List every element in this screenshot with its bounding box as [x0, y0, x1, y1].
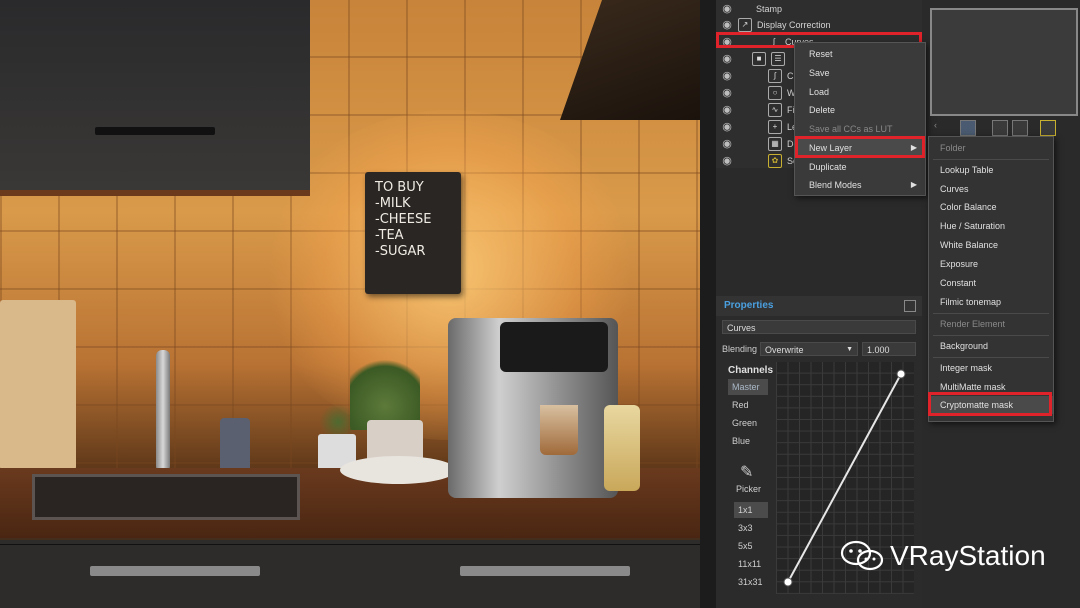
eye-icon[interactable]: ◉	[720, 18, 734, 32]
preview-pane	[930, 8, 1078, 116]
submenu-item-background[interactable]: Background	[929, 337, 1053, 355]
faucet	[156, 350, 170, 472]
cutting-board	[0, 300, 76, 470]
menu-item-save[interactable]: Save	[795, 64, 925, 82]
undock-icon[interactable]	[904, 300, 916, 312]
picker-label: Picker	[736, 484, 762, 494]
picker-size-5x5[interactable]: 5x5	[734, 538, 768, 554]
picker-icon[interactable]: ✎	[740, 462, 760, 482]
submenu-item-constant[interactable]: Constant	[929, 274, 1053, 292]
curve-point-end[interactable]	[896, 369, 906, 379]
drawer-handle	[90, 566, 260, 576]
picker-size-3x3[interactable]: 3x3	[734, 520, 768, 536]
blending-mode-select[interactable]: Overwrite ▼	[760, 342, 858, 356]
properties-header: Properties	[716, 296, 922, 316]
submenu-header-folder: Folder	[940, 143, 966, 153]
picker-size-1x1[interactable]: 1x1	[734, 502, 768, 518]
submenu-item-exposure[interactable]: Exposure	[929, 255, 1053, 273]
submenu-item-hue-saturation[interactable]: Hue / Saturation	[929, 217, 1053, 235]
highlight-new-layer	[795, 136, 925, 158]
picker-size-11x11[interactable]: 11x11	[734, 556, 768, 572]
watermark: VRayStation	[840, 534, 1046, 578]
jar	[604, 405, 640, 491]
drawer-handle	[460, 566, 630, 576]
menu-item-reset[interactable]: Reset	[795, 45, 925, 63]
levels-icon: ☰	[771, 51, 785, 66]
display-correction-icon: ↗	[738, 17, 752, 32]
white-balance-icon: ○	[768, 85, 782, 100]
lens-effects-icon: +	[768, 119, 782, 134]
eye-icon[interactable]: ◉	[720, 137, 734, 151]
submenu-header-render-element: Render Element	[940, 319, 1006, 329]
exposure-icon: ■	[752, 51, 766, 66]
eye-icon[interactable]: ◉	[720, 2, 734, 16]
menu-item-load[interactable]: Load	[795, 83, 925, 101]
submenu-item-filmic-tonemap[interactable]: Filmic tonemap	[929, 293, 1053, 311]
curves-icon: ∫	[768, 68, 782, 83]
render-viewport: TO BUY -MILK -CHEESE -TEA -SUGAR	[0, 0, 700, 608]
new-layer-submenu: Folder Lookup Table Curves Color Balance…	[928, 136, 1054, 422]
eye-icon[interactable]: ◉	[720, 52, 734, 66]
eye-icon[interactable]: ◉	[720, 86, 734, 100]
coffee-cup	[540, 405, 578, 455]
layer-row-stamp[interactable]: ◉ Stamp	[716, 0, 922, 17]
opacity-spinner[interactable]: 1.000	[862, 342, 916, 356]
layer-name-field[interactable]: Curves	[722, 320, 916, 334]
channel-blue[interactable]: Blue	[728, 433, 768, 449]
layer-row-display-correction[interactable]: ◉ ↗ Display Correction	[716, 16, 922, 33]
soap-dispenser	[220, 418, 250, 474]
submenu-item-color-balance[interactable]: Color Balance	[929, 198, 1053, 216]
delete-layer-button[interactable]	[1012, 120, 1028, 136]
layer-toolbar: ‹	[930, 118, 1080, 138]
eye-icon[interactable]: ◉	[720, 120, 734, 134]
chevron-icon[interactable]: ‹	[934, 120, 948, 134]
source-icon: ✿	[768, 153, 782, 168]
wechat-icon	[840, 540, 884, 571]
denoiser-icon: ▦	[768, 136, 782, 151]
eye-icon[interactable]: ◉	[720, 154, 734, 168]
filmic-icon: ∿	[768, 102, 782, 117]
channel-green[interactable]: Green	[728, 415, 768, 431]
highlight-cryptomatte-mask	[928, 392, 1052, 416]
submenu-item-curves[interactable]: Curves	[929, 180, 1053, 198]
sink	[32, 474, 300, 520]
submenu-item-white-balance[interactable]: White Balance	[929, 236, 1053, 254]
blending-mode-value: Overwrite	[765, 345, 804, 355]
drawer-divider	[0, 544, 700, 545]
menu-item-label: Blend Modes	[809, 180, 862, 190]
coffee-machine-panel	[500, 322, 608, 372]
menu-item-duplicate[interactable]: Duplicate	[795, 158, 925, 176]
properties-title: Properties	[724, 300, 774, 311]
submenu-item-lookup-table[interactable]: Lookup Table	[929, 161, 1053, 179]
context-menu: Reset Save Load Delete Save all CCs as L…	[794, 42, 926, 196]
channel-red[interactable]: Red	[728, 397, 768, 413]
submenu-item-integer-mask[interactable]: Integer mask	[929, 359, 1053, 377]
eye-icon[interactable]: ◉	[720, 103, 734, 117]
picker-size-31x31[interactable]: 31x31	[734, 574, 768, 590]
plates	[340, 456, 456, 484]
layer-label: Display Correction	[757, 19, 831, 30]
watermark-text: VRayStation	[890, 540, 1046, 571]
menu-item-blend-modes[interactable]: Blend Modes ▶	[795, 176, 925, 194]
blending-label: Blending	[722, 344, 758, 354]
channels-label: Channels	[728, 365, 774, 376]
panel-divider	[700, 0, 716, 608]
layer-label: Stamp	[756, 3, 783, 14]
curve-point-start[interactable]	[783, 577, 793, 587]
layer-mode-button[interactable]	[960, 120, 976, 136]
plant	[350, 350, 420, 430]
upper-cabinet	[0, 0, 310, 196]
save-layer-button[interactable]	[992, 120, 1008, 136]
add-layer-button[interactable]	[1040, 120, 1056, 136]
channel-master[interactable]: Master	[728, 379, 768, 395]
eye-icon[interactable]: ◉	[720, 69, 734, 83]
cabinet-handle	[95, 127, 215, 135]
chevron-down-icon: ▼	[846, 346, 853, 353]
shopping-list-board: TO BUY -MILK -CHEESE -TEA -SUGAR	[365, 172, 461, 294]
submenu-arrow-icon: ▶	[910, 180, 917, 189]
opacity-value: 1.000	[867, 345, 890, 355]
menu-item-delete[interactable]: Delete	[795, 101, 925, 119]
